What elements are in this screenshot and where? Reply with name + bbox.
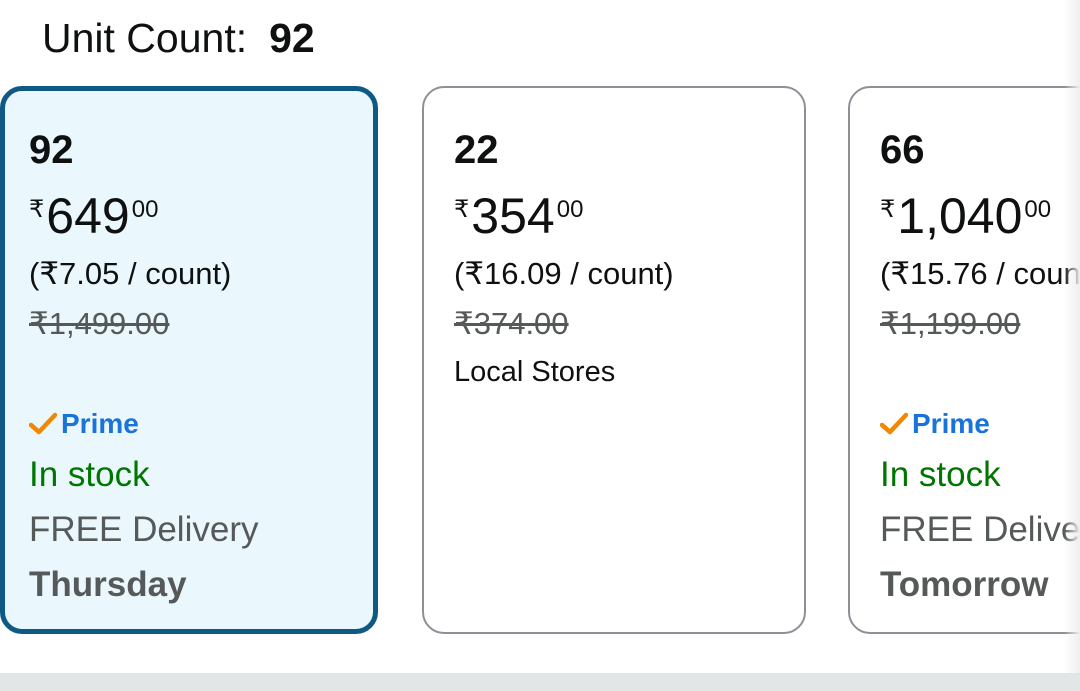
delivery-day: Tomorrow [880,565,1049,604]
unit-count-selector: Unit Count: 92 92 ₹64900 (₹7.05 / count) … [0,0,1080,691]
currency-symbol: ₹ [880,196,896,223]
price-whole: 354 [471,188,555,244]
bottom-divider [0,673,1080,691]
option-price: ₹64900 [29,188,158,257]
availability-status: In stock [29,455,150,494]
price-per-unit: (₹16.09 / count) [454,256,674,291]
currency-symbol: ₹ [454,196,470,223]
checkmark-icon [880,412,908,435]
availability-status: In stock [880,455,1001,494]
prime-badge: Prime [880,406,990,442]
currency-symbol: ₹ [29,196,45,223]
list-price: ₹374.00 [454,306,569,341]
option-card-22[interactable]: 22 ₹35400 (₹16.09 / count) ₹374.00 Local… [422,86,806,634]
delivery-label: FREE Delivery [29,510,259,549]
scroll-edge-shadow [1064,0,1080,675]
price-fraction: 00 [556,196,584,223]
option-price: ₹1,04000 [880,188,1051,257]
delivery-day: Thursday [29,565,187,604]
checkmark-icon [29,412,57,435]
option-card-92[interactable]: 92 ₹64900 (₹7.05 / count) ₹1,499.00 Prim… [0,86,378,634]
list-price: ₹1,499.00 [29,306,170,341]
option-price: ₹35400 [454,188,583,257]
option-quantity: 22 [454,128,499,172]
price-whole: 1,040 [897,188,1023,244]
price-whole: 649 [46,188,130,244]
unit-count-header: Unit Count: 92 [42,14,315,62]
price-per-unit: (₹7.05 / count) [29,256,232,291]
option-quantity: 92 [29,128,74,172]
seller-note: Local Stores [454,356,616,388]
price-fraction: 00 [131,196,159,223]
unit-count-value: 92 [269,15,315,61]
option-quantity: 66 [880,128,925,172]
delivery-label: FREE Delivery [880,510,1080,549]
prime-label: Prime [912,408,990,439]
option-cards: 92 ₹64900 (₹7.05 / count) ₹1,499.00 Prim… [0,86,1080,640]
unit-count-label: Unit Count: [42,15,248,61]
prime-badge: Prime [29,406,139,442]
list-price: ₹1,199.00 [880,306,1021,341]
option-card-66[interactable]: 66 ₹1,04000 (₹15.76 / count) ₹1,199.00 P… [848,86,1080,634]
price-fraction: 00 [1024,196,1052,223]
price-per-unit: (₹15.76 / count) [880,256,1080,291]
prime-label: Prime [61,408,139,439]
